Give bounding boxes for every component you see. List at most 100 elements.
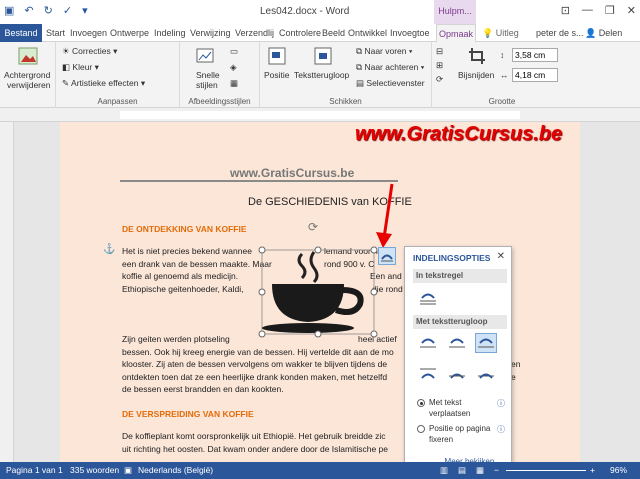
paragraph-spread[interactable]: De koffieplant komt oorspronkelijk uit E…	[122, 430, 388, 455]
height-input[interactable]	[512, 48, 558, 62]
print-layout-icon[interactable]: ▤	[458, 465, 466, 476]
vertical-ruler[interactable]	[0, 122, 14, 462]
tab-file[interactable]: Bestand	[0, 24, 42, 42]
tab-design[interactable]: Ontwerpe	[110, 24, 149, 42]
remove-background-label-1[interactable]: Achtergrond	[4, 70, 50, 80]
tab-format[interactable]: Opmaak	[436, 24, 476, 42]
send-backward-button[interactable]: ⧉ Naar achteren ▾	[356, 62, 424, 73]
inline-section-header: In tekstregel	[413, 269, 507, 283]
language[interactable]: Nederlands (België)	[138, 465, 213, 475]
web-layout-icon[interactable]: ▦	[476, 465, 484, 476]
minimize-icon[interactable]: —	[582, 4, 593, 17]
save-icon[interactable]: ▣	[4, 4, 14, 17]
move-with-text-label[interactable]: Met tekst verplaatsen	[429, 397, 491, 419]
ribbon-options-icon[interactable]: ⊡	[561, 4, 570, 17]
position-button[interactable]: Positie	[264, 70, 290, 80]
zoom-slider[interactable]	[506, 470, 586, 471]
height-icon: ↕	[500, 50, 505, 60]
status-bar: Pagina 1 van 1 335 woorden ▣ Nederlands …	[0, 462, 640, 479]
zoom-out-icon[interactable]: −	[494, 465, 499, 475]
picture-layout-icon[interactable]: ▦	[230, 78, 238, 89]
share-button[interactable]: 👤 Delen	[585, 24, 622, 42]
adjust-group-label: Aanpassen	[97, 97, 138, 106]
layout-options-button[interactable]	[378, 247, 396, 265]
crop-button[interactable]: Bijsnijden	[458, 70, 494, 80]
horizontal-ruler[interactable]	[0, 108, 640, 122]
picture-styles-group-label: Afbeeldingsstijlen	[188, 97, 251, 106]
close-icon[interactable]: ✕	[497, 251, 505, 262]
paragraph-goats[interactable]: Zijn geiten werden plotseling bessen. Oo…	[122, 333, 394, 396]
tab-insert[interactable]: Invoegen	[70, 24, 107, 42]
fix-position-radio[interactable]	[417, 425, 425, 433]
picture-border-icon[interactable]: ▭	[230, 46, 238, 57]
tell-me-box[interactable]: 💡 Uitleg	[482, 24, 519, 42]
close-icon[interactable]: ✕	[627, 4, 636, 17]
word-count[interactable]: 335 woorden	[70, 465, 119, 475]
in-front-icon	[478, 373, 494, 379]
info-icon[interactable]: ⓘ	[497, 398, 505, 409]
picture-effects-icon[interactable]: ◈	[230, 62, 237, 73]
rotate-icon[interactable]: ⟳	[436, 74, 443, 85]
zoom-in-icon[interactable]: +	[590, 465, 595, 475]
selection-pane-icon: ▤	[356, 78, 365, 88]
selection-pane-label: Selectievenster	[366, 78, 425, 88]
tab-references[interactable]: Verwijzing	[190, 24, 231, 42]
redo-icon[interactable]: ↻	[44, 4, 53, 17]
wrap-section-header: Met tekstterugloop	[413, 315, 507, 329]
tight-wrap-icon	[449, 338, 465, 348]
corrections-button[interactable]: ☀ Correcties ▾	[62, 46, 117, 57]
tab-developer[interactable]: Ontwikkel	[348, 24, 387, 42]
heading-spread[interactable]: DE VERSPREIDING VAN KOFFIE	[122, 409, 254, 419]
palette-icon: ◧	[62, 62, 71, 72]
line: koffie al genoemd als medicijn.	[122, 271, 239, 281]
tab-view[interactable]: Beeld	[322, 24, 345, 42]
site-banner: www.GratisCursus.be	[355, 123, 563, 145]
spelling-icon[interactable]: ✓	[63, 4, 72, 17]
rotate-handle-icon[interactable]: ⟳	[308, 220, 318, 234]
undo-icon[interactable]: ↶	[24, 4, 33, 17]
move-with-text-radio[interactable]	[417, 399, 425, 407]
send-backward-icon: ⧉	[356, 62, 363, 72]
group-icon[interactable]: ⊞	[436, 60, 443, 71]
annotation-arrow-icon	[376, 183, 394, 248]
paragraph-discovery[interactable]: Het is niet precies bekend wannee een dr…	[122, 245, 272, 295]
square-option[interactable]	[417, 333, 439, 353]
heading-discovery[interactable]: DE ONTDEKKING VAN KOFFIE	[122, 224, 247, 234]
behind-text-option[interactable]	[446, 365, 468, 385]
page-count[interactable]: Pagina 1 van 1	[6, 465, 63, 475]
through-wrap-icon	[478, 338, 494, 348]
tab-home[interactable]: Start	[46, 24, 65, 42]
tab-mailings[interactable]: Verzendlij	[235, 24, 274, 42]
window-title: Les042.docx - Word	[260, 6, 350, 17]
behind-text-icon	[449, 373, 465, 379]
tab-review[interactable]: Controlere	[279, 24, 321, 42]
top-bottom-option[interactable]	[417, 365, 439, 385]
restore-icon[interactable]: ❐	[605, 4, 615, 17]
align-icon[interactable]: ⊟	[436, 46, 443, 57]
tight-option[interactable]	[446, 333, 468, 353]
paragraph-goats-end-1[interactable]: en	[511, 358, 520, 371]
customize-icon[interactable]: ▾	[82, 4, 88, 17]
selection-pane-button[interactable]: ▤ Selectievenster	[356, 78, 425, 89]
wrap-text-button[interactable]: Tekstterugloop	[294, 70, 349, 80]
artistic-effects-button[interactable]: ✎ Artistieke effecten ▾	[62, 78, 145, 89]
in-line-option[interactable]	[417, 287, 439, 307]
read-mode-icon[interactable]: ▥	[440, 465, 448, 476]
remove-background-label-2[interactable]: verwijderen	[7, 80, 50, 90]
zoom-level[interactable]: 96%	[610, 465, 627, 475]
quick-styles-label-1[interactable]: Snelle	[196, 70, 220, 80]
tab-layout[interactable]: Indeling	[154, 24, 186, 42]
through-option[interactable]	[475, 333, 497, 353]
quick-styles-label-2[interactable]: stijlen	[196, 80, 218, 90]
fix-position-label[interactable]: Positie op pagina fixeren	[429, 423, 501, 445]
user-name[interactable]: peter de s...	[536, 24, 584, 42]
sun-icon: ☀	[62, 46, 70, 56]
coffee-cup-image[interactable]	[258, 246, 378, 338]
color-button[interactable]: ◧ Kleur ▾	[62, 62, 99, 73]
proofing-icon[interactable]: ▣	[124, 465, 132, 476]
info-icon[interactable]: ⓘ	[497, 424, 505, 435]
in-front-option[interactable]	[475, 365, 497, 385]
tab-addins[interactable]: Invoegtoe	[390, 24, 430, 42]
bring-forward-button[interactable]: ⧉ Naar voren ▾	[356, 46, 412, 57]
width-input[interactable]	[512, 68, 558, 82]
